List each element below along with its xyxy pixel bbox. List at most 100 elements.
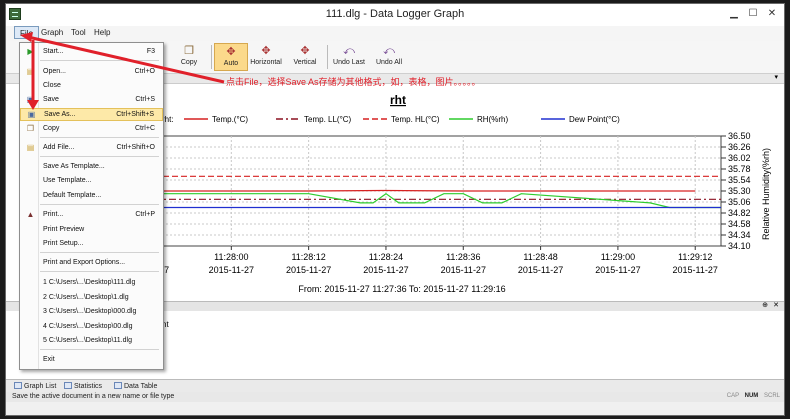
y-tick-label: 36.50	[728, 131, 751, 141]
menu-item-print-preview[interactable]: Print Preview	[20, 224, 163, 237]
menu-item-print[interactable]: ▲ Print... Ctrl+P	[20, 209, 163, 222]
menu-item-recent-c-users-desktop-1-dlg[interactable]: 2 C:\Users\...\Desktop\1.dlg	[20, 292, 163, 305]
menu-item-close[interactable]: Close	[20, 80, 163, 93]
menu-item-recent-c-users-desktop-11-dlg[interactable]: 5 C:\Users\...\Desktop\11.dlg	[20, 335, 163, 348]
x-tick-date-label: 2015-11-27	[673, 265, 718, 275]
menu-item-print-setup[interactable]: Print Setup...	[20, 238, 163, 251]
pin-icon[interactable]: ⊕	[762, 301, 768, 309]
menu-item-shortcut: F3	[146, 48, 155, 55]
menu-item-use-template[interactable]: Use Template...	[20, 175, 163, 188]
num-indicator: NUM	[744, 393, 759, 399]
menu-item-add-file[interactable]: ▤ Add File... Ctrl+Shift+O	[20, 142, 163, 155]
x-tick-label: 11:29:12	[678, 252, 712, 262]
menu-item-label: 2 C:\Users\...\Desktop\1.dlg	[43, 294, 129, 301]
menu-item-label: Add File...	[43, 144, 75, 151]
x-tick-label: 11:29:00	[601, 252, 635, 262]
undo-last-button[interactable]: ⤺ Undo Last	[332, 43, 366, 71]
menu-item-label: Open...	[43, 68, 66, 75]
menu-item-exit[interactable]: Exit	[20, 354, 163, 367]
y-tick-label: 35.78	[728, 164, 751, 174]
start-icon: ▶	[27, 47, 34, 56]
menu-item-shortcut: Ctrl+Shift+S	[116, 111, 154, 118]
menu-item-save-as-template[interactable]: Save As Template...	[20, 161, 163, 174]
menu-item-print-and-export-options[interactable]: Print and Export Options...	[20, 257, 163, 270]
panel-dropdown-icon[interactable]: ▾	[774, 73, 778, 81]
series-line	[154, 189, 696, 192]
save-as-icon: ▣	[27, 110, 36, 119]
menu-tool[interactable]: Tool	[71, 28, 86, 37]
menu-item-shortcut: Ctrl+O	[134, 68, 155, 75]
status-bar: Save the active document in a new name o…	[6, 392, 784, 402]
graph-list-icon	[14, 382, 22, 389]
x-tick-date-label: 2015-11-27	[518, 265, 563, 275]
auto-button[interactable]: ✥ Auto	[214, 43, 248, 71]
tab-data-table[interactable]: Data Table	[114, 382, 157, 390]
y-axis-right: 36.5036.2636.0235.7835.5435.3035.0634.82…	[721, 131, 751, 251]
save-icon: ▣	[26, 95, 35, 104]
menu-item-start[interactable]: ▶ Start... F3	[20, 46, 163, 59]
menu-separator	[40, 252, 159, 253]
tab-statistics[interactable]: Statistics	[64, 382, 102, 390]
vertical-button[interactable]: ✥ Vertical	[288, 43, 322, 71]
panel-close-icon[interactable]: ✕	[773, 301, 779, 309]
menu-item-copy[interactable]: ❐ Copy Ctrl+C	[20, 123, 163, 136]
menu-item-label: Save As...	[44, 111, 76, 118]
menu-item-default-template[interactable]: Default Template...	[20, 190, 163, 203]
y-axis-label: Relative Humidity(%rh)	[761, 148, 771, 240]
menu-bar: File Graph Tool Help	[6, 26, 784, 41]
y-tick-label: 36.02	[728, 153, 751, 163]
menu-item-recent-c-users-desktop-000-dlg[interactable]: 3 C:\Users\...\Desktop\000.dlg	[20, 306, 163, 319]
undo-all-icon: ⤺	[383, 45, 395, 57]
copy-button[interactable]: ❐ Copy	[172, 43, 206, 71]
y-tick-label: 34.34	[728, 230, 751, 240]
x-tick-label: 11:28:12	[291, 252, 325, 262]
menu-graph[interactable]: Graph	[41, 28, 63, 37]
cap-indicator: CAP	[726, 393, 739, 399]
horizontal-button[interactable]: ✥ Horizontal	[249, 43, 283, 71]
undo-all-button[interactable]: ⤺ Undo All	[372, 43, 406, 71]
toolbar-separator	[211, 45, 212, 69]
legend: Temp.(°C) Temp. LL(°C) Temp. HL(°C) RH(%rh)…	[184, 115, 620, 124]
undo-chart-icon: ⤺	[343, 45, 355, 57]
x-tick-label: 11:28:36	[446, 252, 480, 262]
menu-item-save-as[interactable]: ▣ Save As... Ctrl+Shift+S	[20, 108, 163, 121]
x-tick-label: 11:28:24	[369, 252, 403, 262]
maximize-button[interactable]: ☐	[745, 7, 761, 21]
legend-label: Temp. LL(°C)	[304, 115, 352, 124]
minimize-button[interactable]: ▁	[726, 7, 742, 21]
print-icon: ▲	[26, 210, 35, 219]
menu-item-label: Default Template...	[43, 192, 102, 199]
menu-item-save[interactable]: ▣ Save Ctrl+S	[20, 94, 163, 107]
menu-item-label: Save	[43, 96, 59, 103]
menu-separator	[40, 60, 159, 61]
menu-separator	[40, 271, 159, 272]
horizontal-arrows-icon: ✥	[261, 45, 271, 57]
menu-item-recent-c-users-desktop-00-dlg[interactable]: 4 C:\Users\...\Desktop\00.dlg	[20, 321, 163, 334]
y-tick-label: 35.06	[728, 197, 751, 207]
tab-graph-list[interactable]: Graph List	[14, 382, 56, 390]
menu-file[interactable]: File	[14, 26, 39, 39]
menu-item-recent-c-users-desktop-111-dlg[interactable]: 1 C:\Users\...\Desktop\111.dlg	[20, 277, 163, 290]
legend-label: Temp. HL(°C)	[391, 115, 440, 124]
menu-separator	[40, 349, 159, 350]
menu-item-label: Print Setup...	[43, 240, 84, 247]
close-button[interactable]: ✕	[764, 7, 780, 21]
menu-separator	[40, 137, 159, 138]
menu-item-label: Close	[43, 82, 61, 89]
menu-item-label: 1 C:\Users\...\Desktop\111.dlg	[43, 279, 136, 286]
series-line	[154, 192, 721, 209]
menu-item-shortcut: Ctrl+S	[135, 96, 155, 103]
menu-help[interactable]: Help	[94, 28, 110, 37]
data-table-icon	[114, 382, 122, 389]
menu-item-label: Use Template...	[43, 177, 92, 184]
y-tick-label: 36.26	[728, 142, 751, 152]
menu-item-label: Print...	[43, 211, 64, 218]
menu-item-label: Print Preview	[43, 226, 85, 233]
menu-item-open[interactable]: ▤ Open... Ctrl+O	[20, 66, 163, 79]
file-menu-dropdown: ▶ Start... F3 ▤ Open... Ctrl+O Close ▣ Save Ctrl+…	[19, 42, 164, 370]
copy-icon: ❐	[184, 45, 194, 57]
menu-item-label: 4 C:\Users\...\Desktop\00.dlg	[43, 323, 133, 330]
x-tick-date-label: 2015-11-27	[441, 265, 486, 275]
x-tick-date-label: 2015-11-27	[363, 265, 408, 275]
window-title: 111.dlg - Data Logger Graph	[325, 8, 465, 20]
